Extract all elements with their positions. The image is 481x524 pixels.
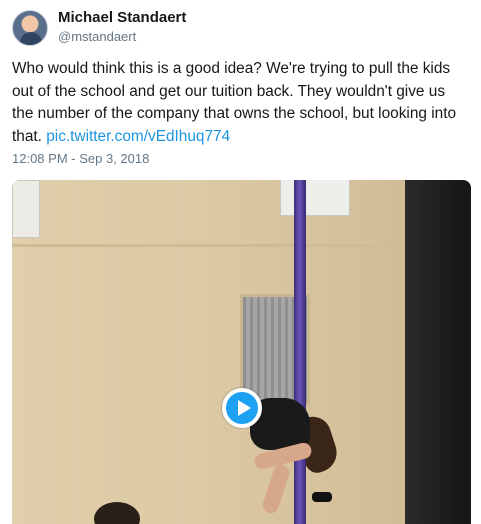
play-icon[interactable] (222, 388, 262, 428)
author-handle[interactable]: @mstandaert (58, 29, 136, 44)
tweet-header: Michael Standaert @mstandaert (12, 8, 472, 50)
scene-ledge (12, 244, 407, 247)
scene-ac-unit-left (12, 180, 40, 238)
avatar[interactable] (12, 10, 48, 46)
scene-ac-unit-right (280, 180, 350, 216)
tweet-timestamp[interactable]: 12:08 PM - Sep 3, 2018 (12, 151, 149, 166)
author-display-name[interactable]: Michael Standaert (58, 9, 186, 26)
video-thumbnail[interactable] (12, 180, 471, 524)
scene-figure-shoe (312, 492, 332, 502)
tweet-text: Who would think this is a good idea? We'… (12, 58, 470, 148)
scene-dark-wall (405, 180, 471, 524)
media-link[interactable]: pic.twitter.com/vEdIhuq774 (46, 128, 230, 145)
scene-pole (294, 180, 306, 524)
